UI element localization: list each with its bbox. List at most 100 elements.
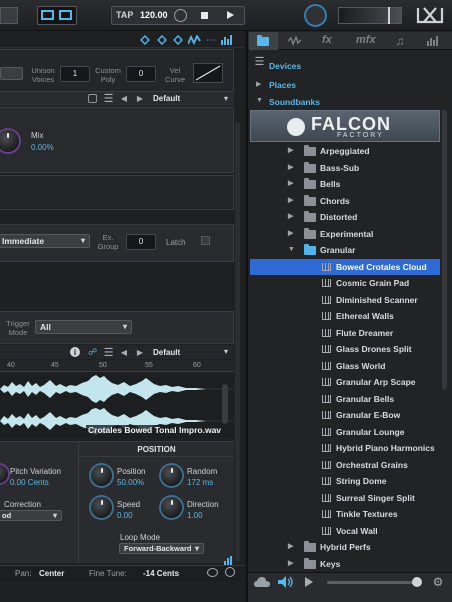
vel-curve-graph[interactable] [193,63,223,83]
soundbank-file-row[interactable]: Vocal Wall [250,523,440,539]
voice-mode-dropdown[interactable] [0,67,23,80]
prev-preset-icon[interactable]: ◀ [120,93,128,103]
folder-bass-sub[interactable]: ▶ Bass-Sub [250,160,440,176]
cloud-icon[interactable] [254,576,270,588]
vertical-scrollbar[interactable] [235,122,240,562]
folder-hybrid-perfs[interactable]: ▶ Hybrid Perfs [250,539,440,555]
soundbanks-item[interactable]: Soundbanks [269,97,320,107]
waveform-tab-icon[interactable] [288,36,302,46]
unison-field[interactable]: 1 [60,66,90,82]
folder-expander[interactable]: ▶ [288,193,293,209]
speed-knob[interactable] [91,497,112,518]
places-expander[interactable]: ▶ [256,80,261,88]
tap-button[interactable]: TAP [116,10,133,20]
browser-menu-icon[interactable]: ☰ [254,56,265,68]
folder-chords[interactable]: ▶ Chords [250,193,440,209]
soundbank-file-row[interactable]: String Dome [250,473,440,489]
trigger-mode-all-dropdown[interactable]: All [35,320,132,334]
random-knob[interactable] [161,465,182,486]
soundbanks-expander[interactable]: ▼ [256,97,263,104]
folder-expander[interactable]: ▶ [288,539,293,555]
top-left-button[interactable] [0,7,18,24]
bars-tab-icon[interactable] [427,36,439,46]
fx-tab[interactable]: fx [322,34,332,46]
waveform-scrollbar[interactable] [222,384,228,424]
granular-expander[interactable]: ▼ [288,242,295,258]
soundbank-file-row[interactable]: Tinkle Textures [250,506,440,522]
preset-dropdown-arrow[interactable]: ▾ [224,94,228,103]
split-view-icon[interactable] [59,10,72,20]
soundbank-file-row[interactable]: Hybrid Piano Harmonics [250,440,440,456]
info-icon[interactable]: i [70,347,80,357]
soundbank-file-row[interactable]: Orchestral Grains [250,457,440,473]
preview-play-button[interactable] [305,577,313,587]
soundbank-file-row[interactable]: Granular Bells [250,391,440,407]
places-item[interactable]: Places [269,80,296,90]
lock-icon[interactable] [225,567,235,577]
stop-button[interactable] [201,12,208,19]
folder-experimental[interactable]: ▶ Experimental [250,226,440,242]
fine-tune-value[interactable]: -14 Cents [143,569,179,578]
bars-small-icon[interactable] [224,556,234,565]
mfx-tab[interactable]: mfx [356,34,376,46]
soundbank-file-row[interactable]: Flute Dreamer [250,325,440,341]
folder-expander[interactable]: ▶ [288,176,293,192]
folder-bells[interactable]: ▶ Bells [250,176,440,192]
devices-item[interactable]: Devices [269,63,301,71]
ex-group-field[interactable]: 0 [126,234,156,250]
folder-expander[interactable]: ▶ [288,556,293,572]
link-icon[interactable]: ☍ [87,347,98,357]
browser-scrollbar[interactable] [442,110,447,390]
eye-icon[interactable] [207,568,218,577]
next-preset-icon[interactable]: ▶ [136,93,144,103]
preview-volume-track[interactable] [327,581,417,584]
folder-expander[interactable]: ▶ [288,209,293,225]
sample-preset-name[interactable]: Default [153,348,180,357]
folder-keys[interactable]: ▶ Keys [250,556,440,572]
trigger-mode-dropdown[interactable]: Immediate [0,234,90,248]
prev-sample-preset-icon[interactable]: ◀ [120,347,128,357]
menu-icon[interactable]: ☰ [103,93,114,105]
preview-volume-thumb[interactable] [412,577,422,587]
latch-checkbox[interactable] [201,236,210,245]
play-button[interactable] [227,11,234,19]
save-preset-icon[interactable] [88,94,97,103]
next-sample-preset-icon[interactable]: ▶ [136,347,144,357]
note-tab-icon[interactable]: ♫ [395,34,405,48]
soundbank-file-row[interactable]: Bowed Crotales Cloud [250,258,440,275]
settings-gear-icon[interactable]: ⚙ [432,575,444,589]
direction-knob[interactable] [161,497,182,518]
modulation-icon[interactable] [188,35,201,45]
metronome-icon[interactable] [174,9,187,22]
pan-value[interactable]: Center [39,569,64,578]
soundbank-file-row[interactable]: Surreal Singer Split [250,490,440,506]
bars-icon[interactable] [221,35,233,45]
loop-mode-dropdown[interactable]: Forward-Backward [119,543,204,554]
granular-folder[interactable]: ▼ Granular [250,242,440,258]
dots-icon[interactable]: ⋯ [205,35,217,46]
master-volume-knob[interactable] [306,6,325,25]
folder-expander[interactable]: ▶ [288,143,293,159]
correction-dropdown[interactable]: od [0,510,62,521]
soundbank-file-row[interactable]: Granular Arp Scape [250,374,440,390]
soundbank-file-row[interactable]: Ethereal Walls [250,308,440,324]
soundbank-file-row[interactable]: Granular E-Bow [250,407,440,423]
master-level-meter[interactable] [338,7,402,24]
sample-preset-arrow[interactable]: ▾ [224,347,228,356]
falcon-factory-banner[interactable]: FALCON FACTORY [250,110,440,142]
tempo-display[interactable]: 120.00 [140,10,168,20]
speaker-icon[interactable] [278,576,294,588]
folder-expander[interactable]: ▶ [288,226,293,242]
folder-arpeggiated[interactable]: ▶ Arpeggiated [250,143,440,159]
soundbank-file-row[interactable]: Glass Drones Split [250,341,440,357]
uvi-logo-icon[interactable] [415,5,445,25]
preset-name[interactable]: Default [153,94,180,103]
soundbank-file-row[interactable]: Granular Lounge [250,424,440,440]
poly-field[interactable]: 0 [126,66,156,82]
folder-expander[interactable]: ▶ [288,160,293,176]
folder-distorted[interactable]: ▶ Distorted [250,209,440,225]
soundbank-file-row[interactable]: Glass World [250,358,440,374]
sample-menu-icon[interactable]: ☰ [103,347,114,359]
soundbank-file-row[interactable]: Cosmic Grain Pad [250,275,440,291]
soundbank-file-row[interactable]: Diminished Scanner [250,292,440,308]
